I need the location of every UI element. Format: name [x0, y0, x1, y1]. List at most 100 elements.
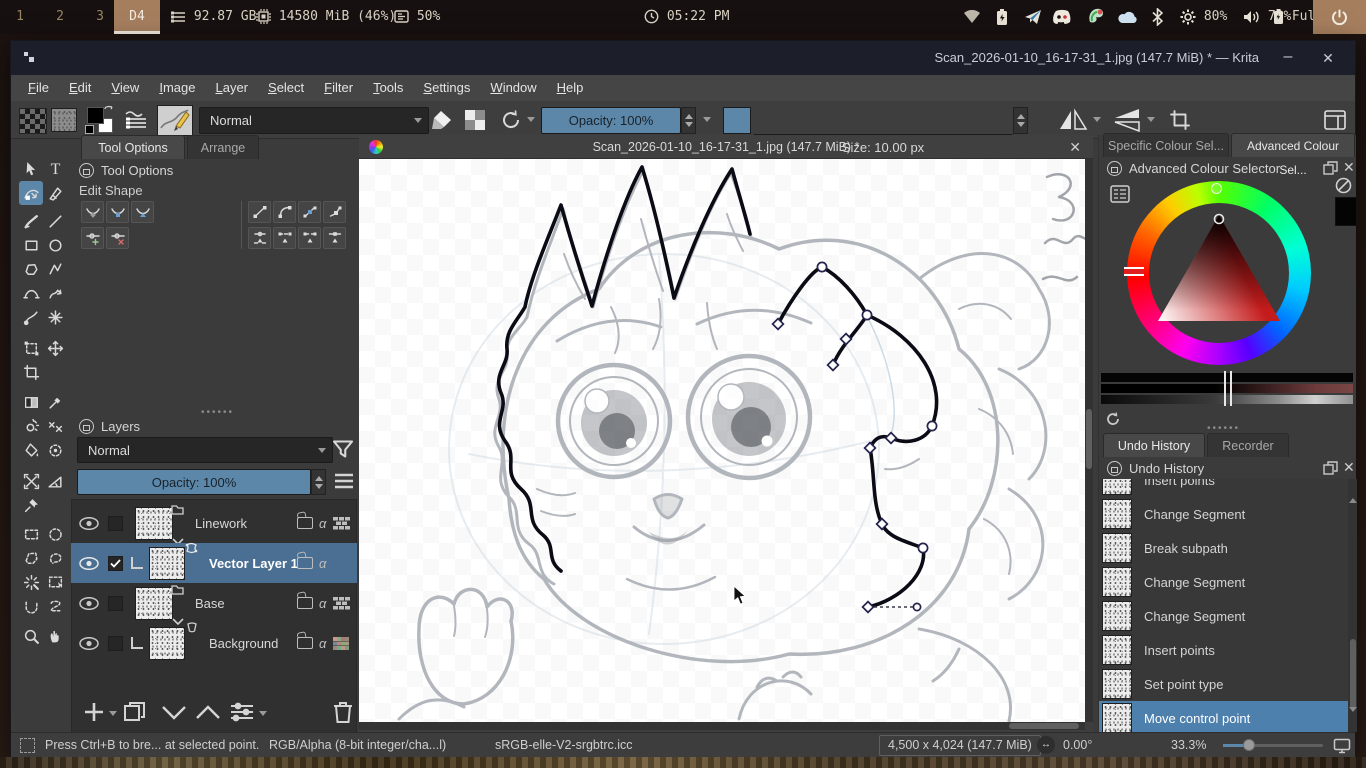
refresh-shades-icon[interactable] [1105, 411, 1121, 427]
tool-smart-patch[interactable] [43, 414, 67, 438]
mirror-horizontal-icon[interactable] [1057, 108, 1089, 132]
undo-item-selected[interactable]: Move control point [1099, 701, 1348, 732]
layer-thumbnail[interactable] [149, 621, 197, 660]
alpha-icon[interactable]: α [319, 556, 326, 571]
visibility-icon[interactable] [79, 596, 99, 610]
layer-lock-icon[interactable] [297, 517, 313, 529]
window-titlebar[interactable]: Scan_2026-01-10_16-17-31_1.jpg (147.7 Mi… [11, 41, 1355, 75]
insert-point-button[interactable] [81, 227, 104, 249]
alpha-icon[interactable]: α [319, 516, 326, 531]
tool-color-sampler[interactable] [43, 390, 67, 414]
menu-image[interactable]: Image [150, 75, 204, 101]
current-color-swatch[interactable] [1335, 197, 1357, 226]
tool-reference-images[interactable] [19, 493, 43, 517]
tool-rectangle[interactable] [19, 233, 43, 257]
alpha-icon[interactable]: α [319, 636, 326, 651]
tool-zoom[interactable] [19, 624, 43, 648]
tool-polyline[interactable] [43, 257, 67, 281]
status-color-mode[interactable]: RGB/Alpha (8-bit integer/cha...l) [269, 733, 446, 758]
power-button[interactable] [1313, 0, 1366, 34]
minimize-button[interactable]: – [1273, 41, 1303, 75]
duplicate-layer-button[interactable] [123, 701, 147, 723]
tool-edit-shapes[interactable] [19, 181, 43, 205]
no-color-icon[interactable] [1335, 177, 1352, 194]
tool-bezier-selection[interactable] [43, 570, 67, 594]
menu-select[interactable]: Select [259, 75, 313, 101]
workspace-1[interactable]: 1 [0, 0, 40, 34]
layer-row-linework[interactable]: Linework α [71, 503, 357, 545]
undo-item[interactable]: Change Segment [1099, 599, 1348, 633]
workspace-active[interactable]: D4 [114, 0, 160, 34]
tool-freehand-brush[interactable] [19, 209, 43, 233]
layer-row-vector[interactable]: Vector Layer 1 α [71, 542, 357, 583]
tool-line[interactable] [43, 209, 67, 233]
tool-transform[interactable] [19, 336, 43, 360]
move-layer-down-button[interactable] [161, 705, 187, 720]
tool-ellipse[interactable] [43, 233, 67, 257]
swap-colors-icon[interactable] [104, 105, 115, 116]
preserve-alpha-icon[interactable] [463, 109, 487, 131]
image-dimensions[interactable]: 4,500 x 4,024 (147.7 MiB) [879, 735, 1041, 756]
zoom-slider[interactable] [1223, 739, 1323, 751]
layer-row-background[interactable]: Background α [71, 621, 357, 663]
workspace-2[interactable]: 2 [40, 0, 80, 34]
opacity-spinner[interactable] [681, 107, 696, 134]
undo-item[interactable]: Break subpath [1099, 531, 1348, 565]
tool-gradient[interactable] [19, 390, 43, 414]
tool-rectangular-selection[interactable] [19, 522, 43, 546]
add-layer-button[interactable] [83, 701, 105, 723]
tool-polygonal-selection[interactable] [19, 546, 43, 570]
layer-filter-icon[interactable] [331, 437, 355, 461]
tool-polygon[interactable] [19, 257, 43, 281]
tool-assistants[interactable] [19, 469, 43, 493]
float-docker-icon[interactable] [1323, 161, 1338, 175]
tab-advanced-colour-selector[interactable]: Advanced Colour Sel... [1231, 133, 1355, 177]
canvas-hscroll-thumb[interactable] [1009, 723, 1079, 729]
menu-filter[interactable]: Filter [315, 75, 362, 101]
mirror-vertical-dropdown-icon[interactable] [1147, 117, 1155, 122]
tool-text[interactable]: T [43, 156, 67, 180]
docker-lock-icon[interactable] [1107, 161, 1122, 176]
tab-specific-colour-selector[interactable]: Specific Colour Sel... [1103, 133, 1229, 157]
selector-settings-icon[interactable] [1110, 185, 1130, 203]
layer-thumbnail[interactable] [135, 504, 184, 545]
layer-opacity-spinner[interactable] [311, 469, 326, 495]
menu-view[interactable]: View [102, 75, 148, 101]
layer-thumbnail[interactable] [149, 542, 198, 580]
tool-similar-color-selection[interactable] [19, 570, 43, 594]
menu-file[interactable]: File [19, 75, 58, 101]
layers-drag-handle[interactable]: •••••• [201, 407, 234, 418]
close-docker-icon[interactable]: ✕ [1343, 159, 1355, 176]
tab-recorder[interactable]: Recorder [1207, 433, 1289, 457]
break-point-button[interactable] [248, 227, 271, 249]
tab-tool-options[interactable]: Tool Options [81, 135, 185, 159]
remove-point-button[interactable] [106, 227, 129, 249]
symmetric-point-button[interactable] [131, 201, 154, 223]
mirror-vertical-icon[interactable] [1111, 108, 1143, 132]
menu-tools[interactable]: Tools [364, 75, 412, 101]
layer-checkbox[interactable] [108, 515, 123, 531]
background-checker-icon[interactable] [333, 636, 349, 650]
tool-colorize-mask[interactable] [19, 414, 43, 438]
tool-pan[interactable] [43, 624, 67, 648]
pattern-chooser[interactable] [51, 108, 77, 132]
menu-settings[interactable]: Settings [414, 75, 479, 101]
battery-charging-icon[interactable] [996, 8, 1008, 26]
eraser-icon[interactable] [427, 109, 453, 131]
docker-lock-icon[interactable] [79, 419, 94, 434]
visibility-icon[interactable] [79, 516, 99, 530]
corner-point-button[interactable] [81, 201, 104, 223]
tool-freehand-path[interactable] [43, 281, 67, 305]
saturation-value-triangle[interactable] [1149, 203, 1289, 343]
layer-row-base[interactable]: Base α [71, 583, 357, 625]
layer-lock-icon[interactable] [297, 557, 313, 569]
status-color-profile[interactable]: sRGB-elle-V2-srgbtrc.icc [495, 733, 633, 758]
docker-lock-icon[interactable] [1107, 461, 1122, 476]
size-slider[interactable]: Size: 10.00 px [753, 134, 1013, 161]
wifi-icon[interactable] [963, 10, 981, 24]
layer-style-icon[interactable] [333, 596, 351, 610]
size-preset-swatch[interactable] [723, 107, 751, 134]
layer-properties-button[interactable] [229, 701, 255, 723]
tool-crop[interactable] [19, 360, 43, 384]
canvas-rotation-icon[interactable]: ↔ [1037, 736, 1055, 754]
